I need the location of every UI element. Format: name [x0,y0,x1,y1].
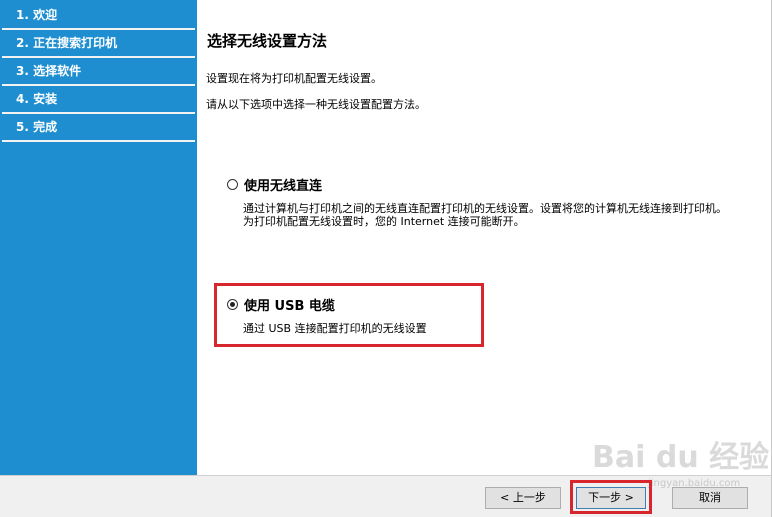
watermark-logo: Bai du 经验 [592,440,770,475]
option-wireless-direct-label: 使用无线直连 [244,179,323,194]
option-usb-cable-label: 使用 USB 电缆 [244,299,335,314]
installer-window: 1. 欢迎 2. 正在搜索打印机 3. 选择软件 4. 安装 5. 完成 选择无… [0,0,772,517]
usb-option-highlight [214,283,484,347]
wireless-direct-desc-line2: 为打印机配置无线设置时，您的 Internet 连接可能断开。 [243,215,525,228]
option-wireless-direct-description: 通过计算机与打印机之间的无线直连配置打印机的无线设置。设置将您的计算机无线连接到… [243,202,748,228]
intro-text-1: 设置现在将为打印机配置无线设置。 [206,72,382,85]
next-button-highlight [570,480,652,514]
radio-wireless-direct-icon[interactable] [227,179,238,190]
step-finish: 5. 完成 [2,114,195,142]
step-searching-printer: 2. 正在搜索打印机 [2,30,195,58]
option-usb-cable[interactable]: 使用 USB 电缆 [227,295,335,314]
page-title: 选择无线设置方法 [207,32,328,50]
watermark-url: jingyan.baidu.com [648,478,741,489]
step-welcome: 1. 欢迎 [2,2,195,30]
back-button[interactable]: < 上一步 [485,487,561,509]
radio-usb-cable-icon[interactable] [227,299,238,310]
option-wireless-direct[interactable]: 使用无线直连 [227,175,322,194]
step-install: 4. 安装 [2,86,195,114]
cancel-button[interactable]: 取消 [672,487,748,509]
main-content: 选择无线设置方法 设置现在将为打印机配置无线设置。 请从以下选项中选择一种无线设… [197,0,771,475]
step-select-software: 3. 选择软件 [2,58,195,86]
option-usb-cable-description: 通过 USB 连接配置打印机的无线设置 [243,322,427,335]
steps-sidebar: 1. 欢迎 2. 正在搜索打印机 3. 选择软件 4. 安装 5. 完成 [0,0,197,475]
wireless-direct-desc-line1: 通过计算机与打印机之间的无线直连配置打印机的无线设置。设置将您的计算机无线连接到… [243,202,727,215]
intro-text-2: 请从以下选项中选择一种无线设置配置方法。 [206,98,426,111]
